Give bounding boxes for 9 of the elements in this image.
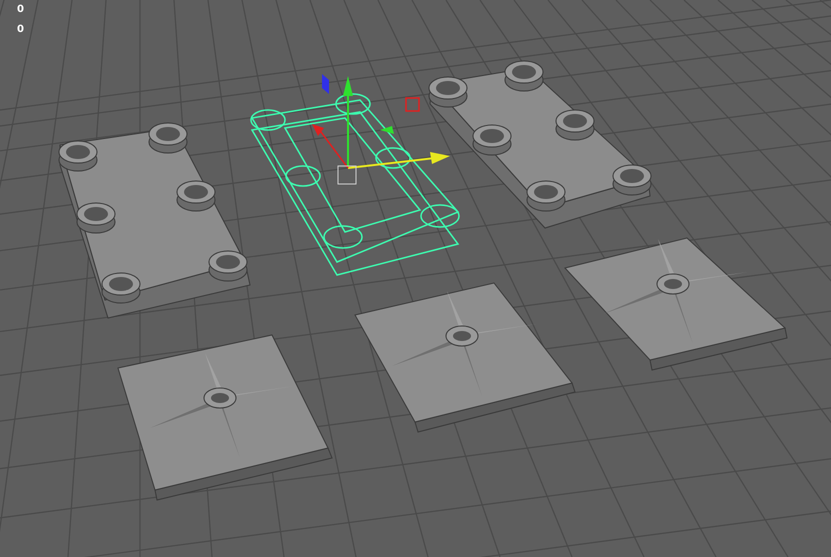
hud-counter: 0 xyxy=(17,3,24,17)
plate-model-drawing[interactable] xyxy=(564,237,788,371)
plate-model-drawing[interactable] xyxy=(117,334,333,501)
plate-model-drawing[interactable] xyxy=(354,282,576,433)
selected-wireframe-tray-drawing[interactable] xyxy=(250,93,460,276)
transform-gizmo-drawing[interactable] xyxy=(312,74,450,184)
tray-model-drawing[interactable] xyxy=(58,122,251,319)
tray-model-drawing[interactable] xyxy=(428,60,652,229)
hud-counter: 0 xyxy=(17,23,24,37)
